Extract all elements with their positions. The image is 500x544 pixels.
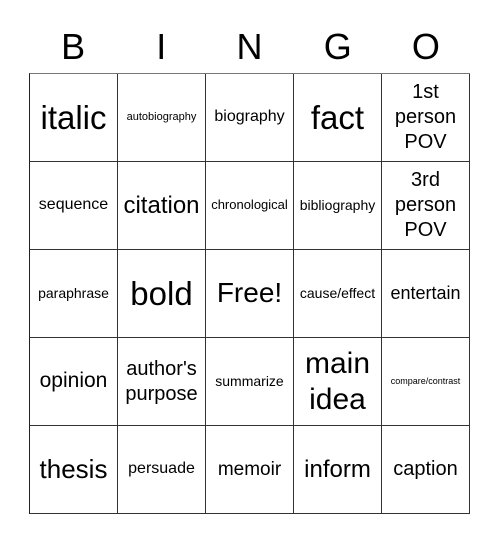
header-letter-i: I bbox=[156, 26, 167, 67]
bingo-cell[interactable]: autobiography bbox=[118, 74, 206, 162]
bingo-cell[interactable]: paraphrase bbox=[30, 250, 118, 338]
bingo-cell[interactable]: 3rd person POV bbox=[382, 162, 470, 250]
bingo-cell[interactable]: citation bbox=[118, 162, 206, 250]
bingo-cell[interactable]: opinion bbox=[30, 338, 118, 426]
header-letter-b: B bbox=[61, 26, 86, 67]
bingo-cell[interactable]: main idea bbox=[294, 338, 382, 426]
bingo-cell[interactable]: compare/contrast bbox=[382, 338, 470, 426]
bingo-cell[interactable]: cause/effect bbox=[294, 250, 382, 338]
bingo-cell[interactable]: chronological bbox=[206, 162, 294, 250]
header-letter-o: O bbox=[411, 26, 440, 67]
bingo-cell[interactable]: fact bbox=[294, 74, 382, 162]
bingo-cell[interactable]: inform bbox=[294, 426, 382, 514]
header-letter-g: G bbox=[323, 26, 352, 67]
bingo-cell[interactable]: thesis bbox=[30, 426, 118, 514]
bingo-cell[interactable]: 1st person POV bbox=[382, 74, 470, 162]
bingo-cell[interactable]: persuade bbox=[118, 426, 206, 514]
bingo-cell[interactable]: summarize bbox=[206, 338, 294, 426]
bingo-cell[interactable]: entertain bbox=[382, 250, 470, 338]
free-space-cell[interactable]: Free! bbox=[206, 250, 294, 338]
bingo-header: B I N G O bbox=[29, 22, 470, 72]
bingo-grid: italic autobiography biography fact 1st … bbox=[29, 73, 470, 514]
bingo-cell[interactable]: italic bbox=[30, 74, 118, 162]
bingo-cell[interactable]: bold bbox=[118, 250, 206, 338]
bingo-cell[interactable]: memoir bbox=[206, 426, 294, 514]
bingo-cell[interactable]: caption bbox=[382, 426, 470, 514]
bingo-cell[interactable]: biography bbox=[206, 74, 294, 162]
bingo-cell[interactable]: sequence bbox=[30, 162, 118, 250]
bingo-cell[interactable]: bibliography bbox=[294, 162, 382, 250]
bingo-cell[interactable]: author's purpose bbox=[118, 338, 206, 426]
header-letter-n: N bbox=[236, 26, 263, 67]
